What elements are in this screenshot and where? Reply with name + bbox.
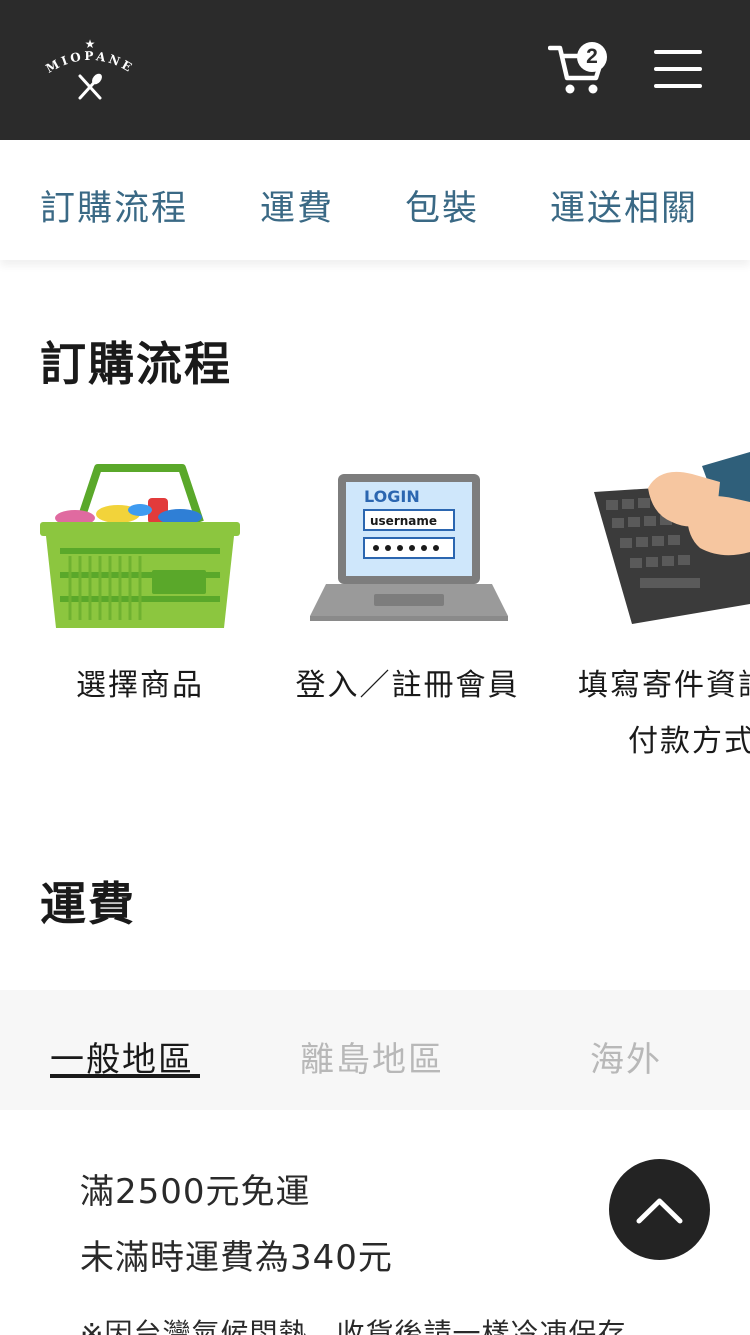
nav-shipping-fee[interactable]: 運費 <box>260 180 334 231</box>
laptop-login-illustration: LOGIN username <box>308 474 510 626</box>
typing-keyboard-illustration <box>592 448 750 632</box>
svg-text:username: username <box>370 514 437 528</box>
step-fill-info-line2: 付款方式 <box>628 724 750 759</box>
shipping-fee-title: 運費 <box>40 877 136 931</box>
step-fill-info-line1: 填寫寄件資訊 <box>578 668 750 703</box>
order-process-title: 訂購流程 <box>40 337 232 391</box>
chevron-up-icon <box>636 1198 683 1224</box>
tab-overseas[interactable]: 海外 <box>590 1032 662 1081</box>
free-shipping-text: 滿2500元免運 <box>80 1172 311 1212</box>
step-select-product: 選擇商品 <box>76 668 204 703</box>
nav-delivery[interactable]: 運送相關 <box>550 180 698 231</box>
shopping-basket-illustration <box>40 460 240 636</box>
svg-text:MIOPANE: MIOPANE <box>43 49 136 76</box>
svg-text:★: ★ <box>85 37 96 51</box>
miopane-logo[interactable]: ★ MIOPANE <box>40 36 140 106</box>
back-to-top-button[interactable] <box>609 1159 710 1260</box>
section-nav: 訂購流程 運費 包裝 運送相關 <box>0 140 750 260</box>
cart-count-badge: 2 <box>577 42 607 72</box>
tab-outlying-islands[interactable]: 離島地區 <box>300 1032 444 1081</box>
step-login-register: 登入／註冊會員 <box>295 668 520 703</box>
top-header: ★ MIOPANE 2 <box>0 0 750 140</box>
nav-packaging[interactable]: 包裝 <box>405 180 479 231</box>
nav-order-process[interactable]: 訂購流程 <box>40 180 188 231</box>
region-tabs: 一般地區 離島地區 海外 <box>0 990 750 1110</box>
svg-text:LOGIN: LOGIN <box>364 487 420 506</box>
active-tab-indicator <box>50 1074 200 1078</box>
storage-note: ※因台灣氣候悶熱，收貨後請一樣冷凍保存， <box>80 1317 656 1335</box>
shipping-fee-text: 未滿時運費為340元 <box>80 1238 393 1278</box>
hamburger-menu-icon[interactable] <box>654 50 702 90</box>
